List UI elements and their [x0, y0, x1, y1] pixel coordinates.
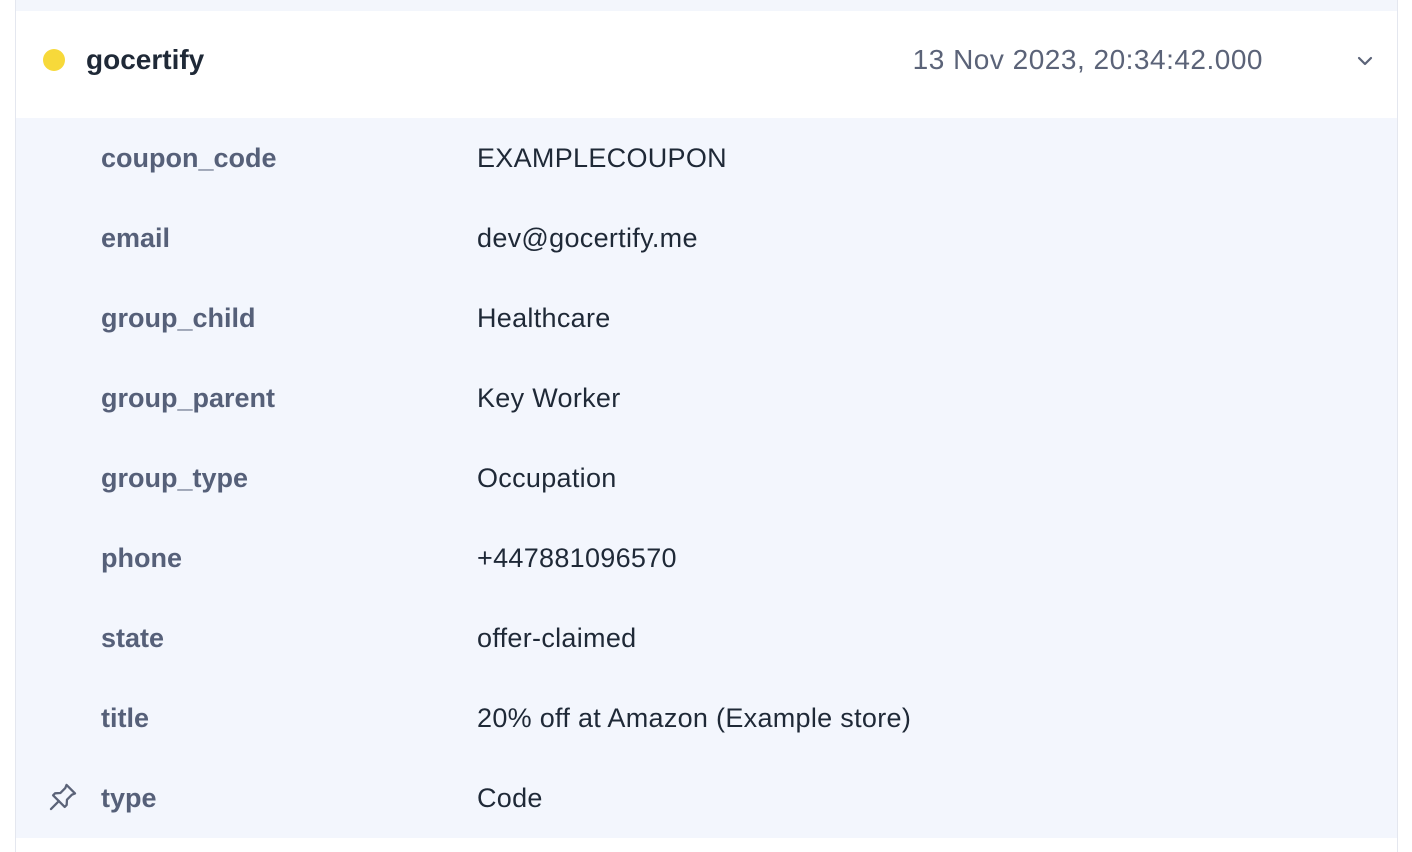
property-row: email dev@gocertify.me	[16, 198, 1397, 278]
properties-list: coupon_code EXAMPLECOUPON email dev@goce…	[16, 118, 1397, 838]
property-key: type	[101, 783, 157, 813]
chevron-down-icon[interactable]	[1353, 49, 1377, 73]
property-key: phone	[101, 543, 182, 573]
property-row: title 20% off at Amazon (Example store)	[16, 678, 1397, 758]
property-key: email	[101, 223, 171, 253]
property-row: phone +447881096570	[16, 518, 1397, 598]
property-value: dev@gocertify.me	[477, 223, 698, 253]
pin-icon[interactable]	[46, 780, 80, 814]
property-row: group_type Occupation	[16, 438, 1397, 518]
event-timestamp: 13 Nov 2023, 20:34:42.000	[912, 44, 1263, 75]
property-row: group_parent Key Worker	[16, 358, 1397, 438]
property-value: Key Worker	[477, 383, 621, 413]
property-value: offer-claimed	[477, 623, 637, 653]
event-source: gocertify	[86, 44, 205, 75]
property-key: group_parent	[101, 383, 276, 413]
property-value: Code	[477, 783, 543, 813]
property-key: coupon_code	[101, 143, 277, 173]
property-key: title	[101, 703, 150, 733]
event-panel: gocertify 13 Nov 2023, 20:34:42.000 coup…	[15, 0, 1398, 852]
status-dot	[43, 49, 65, 71]
top-strip	[16, 0, 1397, 11]
property-value: EXAMPLECOUPON	[477, 143, 727, 173]
property-key: group_type	[101, 463, 249, 493]
event-header[interactable]: gocertify 13 Nov 2023, 20:34:42.000	[16, 11, 1397, 118]
property-value: Occupation	[477, 463, 617, 493]
property-value: 20% off at Amazon (Example store)	[477, 703, 912, 733]
property-value: +447881096570	[477, 543, 677, 573]
property-row: type Code	[16, 758, 1397, 838]
property-value: Healthcare	[477, 303, 611, 333]
property-row: state offer-claimed	[16, 598, 1397, 678]
property-row: group_child Healthcare	[16, 278, 1397, 358]
property-key: group_child	[101, 303, 256, 333]
property-key: state	[101, 623, 165, 653]
property-row: coupon_code EXAMPLECOUPON	[16, 118, 1397, 198]
